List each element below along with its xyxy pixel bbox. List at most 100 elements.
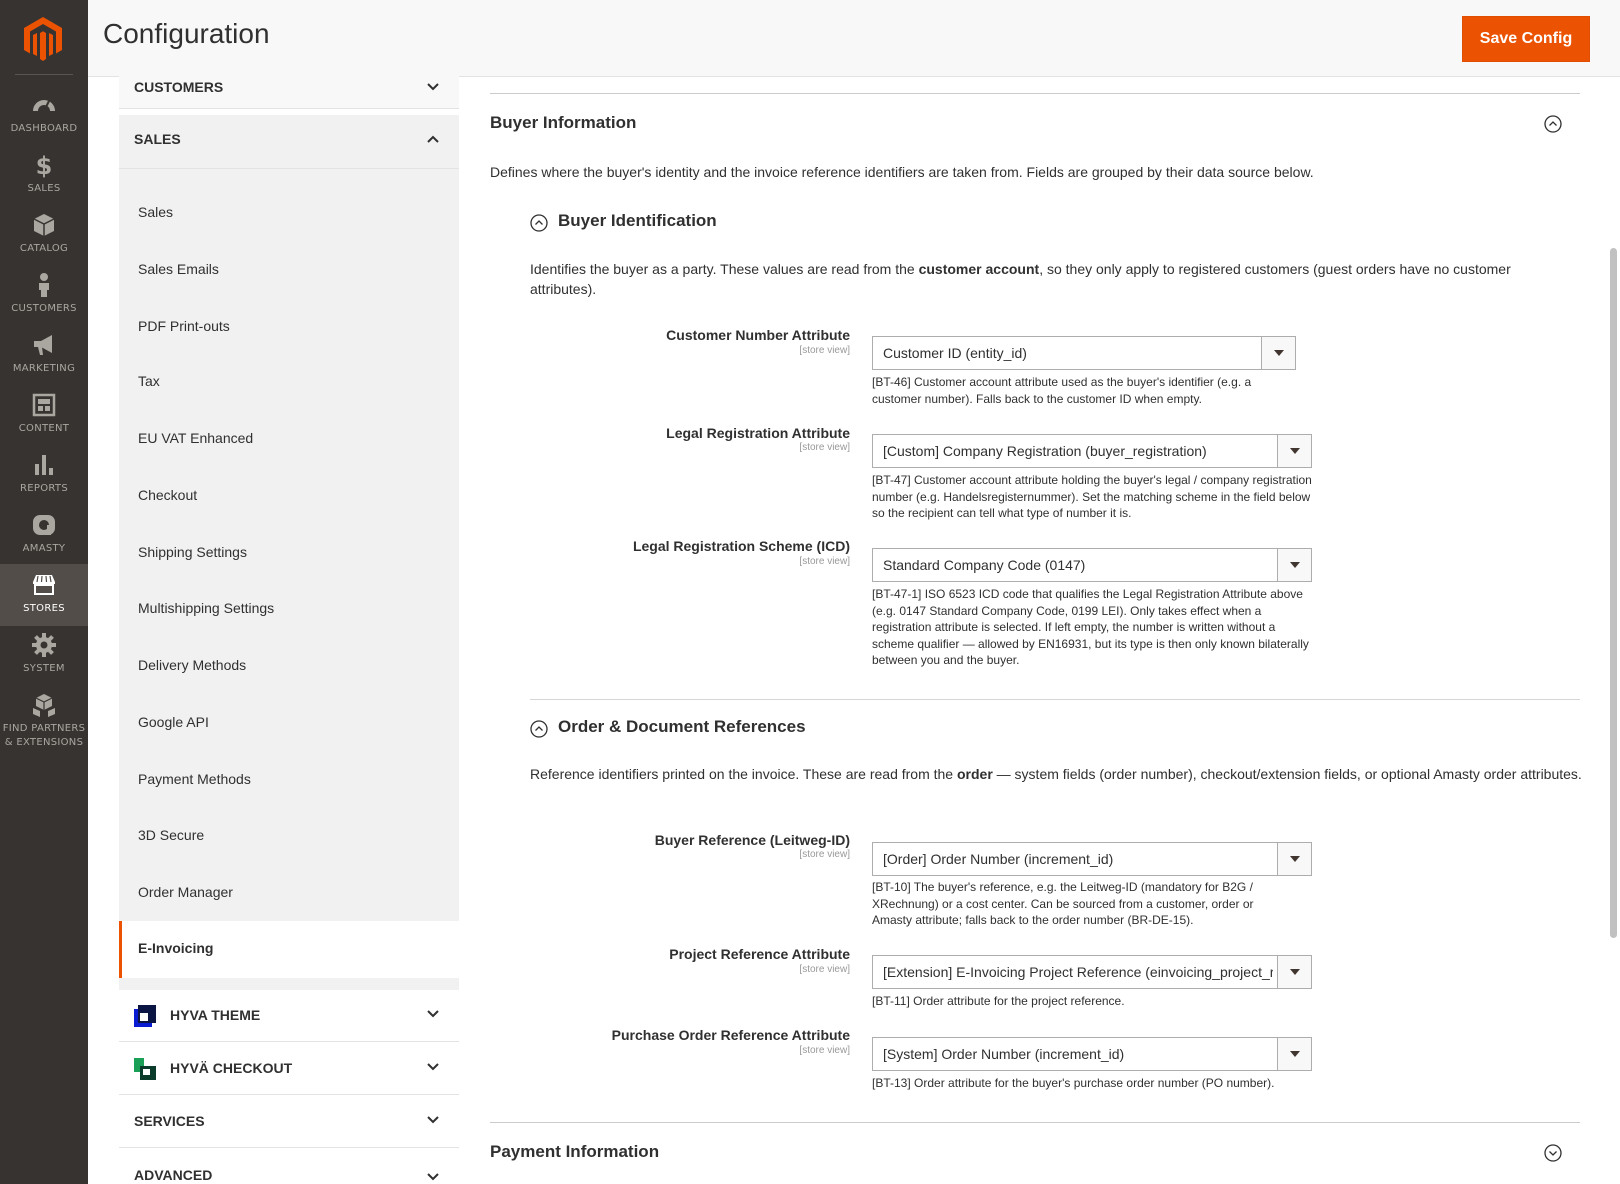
sub-tab-google-api[interactable]: Google API [119, 695, 459, 751]
scope-label: [store view] [799, 556, 850, 567]
legal-registration-scheme-select[interactable]: Standard Company Code (0147) [872, 548, 1312, 582]
nav-content[interactable]: CONTENT [0, 384, 88, 446]
nav-customers[interactable]: CUSTOMERS [0, 264, 88, 326]
nav-stores[interactable]: STORES [0, 564, 88, 626]
nav-amasty[interactable]: AMASTY [0, 504, 88, 566]
sub-tab-shipping-settings[interactable]: Shipping Settings [119, 525, 459, 581]
tab-services[interactable]: SERVICES [119, 1096, 459, 1148]
scope-label: [store view] [799, 345, 850, 356]
sub-tab-3d-secure[interactable]: 3D Secure [119, 808, 459, 864]
nav-label: FIND PARTNERS & EXTENSIONS [2, 723, 86, 748]
dashboard-icon [33, 100, 55, 112]
tab-customers[interactable]: CUSTOMERS [119, 69, 459, 109]
nav-label: SALES [27, 183, 61, 194]
sub-tab-label: PDF Print-outs [138, 318, 230, 334]
section-title-payment-information[interactable]: Payment Information [490, 1142, 659, 1162]
scope-label: [store view] [799, 964, 850, 975]
hyva-checkout-logo-icon [134, 1058, 156, 1080]
collapse-icon[interactable] [530, 720, 548, 738]
sub-tab-delivery-methods[interactable]: Delivery Methods [119, 638, 459, 694]
nav-sales[interactable]: $ SALES [0, 144, 88, 206]
sub-tab-multishipping[interactable]: Multishipping Settings [119, 581, 459, 637]
nav-system[interactable]: SYSTEM [0, 624, 88, 686]
purchase-order-reference-select[interactable]: [System] Order Number (increment_id) [872, 1037, 1312, 1071]
select-value: Standard Company Code (0147) [883, 557, 1086, 573]
collapse-icon[interactable] [1544, 115, 1562, 133]
chevron-down-icon [427, 1173, 439, 1181]
sub-tab-payment-methods[interactable]: Payment Methods [119, 752, 459, 808]
scope-label: [store view] [799, 442, 850, 453]
page-title: Configuration [103, 18, 270, 49]
save-config-button[interactable]: Save Config [1462, 16, 1590, 62]
nav-label: AMASTY [22, 543, 66, 554]
nav-dashboard[interactable]: DASHBOARD [0, 84, 88, 146]
dollar-icon: $ [36, 152, 53, 178]
nav-reports[interactable]: REPORTS [0, 444, 88, 506]
sub-tab-label: Sales [138, 204, 174, 220]
sub-tab-eu-vat[interactable]: EU VAT Enhanced [119, 411, 459, 467]
scope-label: [store view] [799, 1045, 850, 1056]
chevron-down-icon [427, 83, 439, 91]
nav-label: CUSTOMERS [11, 303, 77, 314]
sub-tab-label: 3D Secure [138, 827, 205, 843]
magento-logo-icon[interactable] [22, 16, 64, 62]
section-title-buyer-information[interactable]: Buyer Information [490, 113, 636, 133]
field-note: [BT-10] The buyer's reference, e.g. the … [872, 880, 1254, 927]
sub-tab-label: E-Invoicing [138, 940, 214, 956]
sub-tab-label: Delivery Methods [138, 657, 247, 673]
chevron-up-icon [427, 135, 439, 143]
tab-advanced[interactable]: ADVANCED [119, 1149, 459, 1184]
sub-tab-tax[interactable]: Tax [119, 354, 459, 410]
collapse-icon[interactable] [530, 214, 548, 232]
sales-sub-tabs: Sales Sales Emails PDF Print-outs Tax EU… [119, 169, 459, 1029]
dropdown-arrow-icon [1277, 843, 1311, 875]
tab-sales[interactable]: SALES [119, 115, 459, 169]
sub-tab-e-invoicing[interactable]: E-Invoicing [119, 921, 459, 978]
sub-tab-label: Tax [138, 373, 160, 389]
config-content: Buyer Information Defines where the buye… [490, 77, 1590, 1184]
sub-tab-label: EU VAT Enhanced [138, 430, 254, 446]
nav-marketing[interactable]: MARKETING [0, 324, 88, 386]
scrollbar-thumb[interactable] [1610, 248, 1617, 938]
sub-tab-sales[interactable]: Sales [119, 185, 459, 241]
nav-label: REPORTS [20, 483, 68, 494]
field-label: Customer Number Attribute [666, 327, 850, 343]
tab-hyva-theme[interactable]: HYVA THEME [119, 990, 459, 1042]
customer-number-attribute-select[interactable]: Customer ID (entity_id) [872, 336, 1296, 370]
sub-tab-label: Sales Emails [138, 261, 219, 277]
page-header: Configuration Save Config [88, 0, 1620, 77]
buyer-reference-select[interactable]: [Order] Order Number (increment_id) [872, 842, 1312, 876]
sub-tab-label: Google API [138, 714, 209, 730]
tab-hyva-checkout[interactable]: HYVÄ CHECKOUT [119, 1043, 459, 1095]
field-note: [BT-13] Order attribute for the buyer's … [872, 1076, 1275, 1090]
config-tabs: CUSTOMERS SALES Sales Sales Emails PDF P… [119, 69, 459, 1184]
select-value: [Custom] Company Registration (buyer_reg… [883, 443, 1207, 459]
project-reference-select[interactable]: [Extension] E-Invoicing Project Referenc… [872, 955, 1312, 989]
nav-find-partners[interactable]: FIND PARTNERS & EXTENSIONS [0, 684, 88, 760]
expand-icon[interactable] [1544, 1144, 1562, 1162]
chevron-down-icon [427, 1010, 439, 1018]
cubes-icon [33, 694, 55, 717]
tab-title: SALES [134, 131, 181, 147]
chevron-down-icon [427, 1116, 439, 1124]
sub-tab-sales-emails[interactable]: Sales Emails [119, 242, 459, 298]
box-icon [33, 214, 55, 236]
field-label: Legal Registration Attribute [666, 425, 850, 441]
sub-tab-order-manager[interactable]: Order Manager [119, 865, 459, 921]
sub-tab-label: Shipping Settings [138, 544, 247, 560]
nav-catalog[interactable]: CATALOG [0, 204, 88, 266]
group-title-buyer-identification[interactable]: Buyer Identification [558, 211, 717, 231]
store-icon [33, 575, 55, 595]
nav-label: STORES [23, 603, 65, 614]
select-value: [System] Order Number (increment_id) [883, 1046, 1125, 1062]
sub-tab-checkout[interactable]: Checkout [119, 468, 459, 524]
sub-tab-label: Order Manager [138, 884, 233, 900]
person-icon [39, 273, 49, 297]
legal-registration-attribute-select[interactable]: [Custom] Company Registration (buyer_reg… [872, 434, 1312, 468]
nav-label: MARKETING [12, 363, 76, 374]
divider [530, 699, 1580, 700]
sub-tab-pdf-printouts[interactable]: PDF Print-outs [119, 299, 459, 355]
dropdown-arrow-icon [1277, 956, 1311, 988]
group-title-order-document-references[interactable]: Order & Document References [558, 717, 806, 737]
tab-title: SERVICES [134, 1113, 205, 1129]
